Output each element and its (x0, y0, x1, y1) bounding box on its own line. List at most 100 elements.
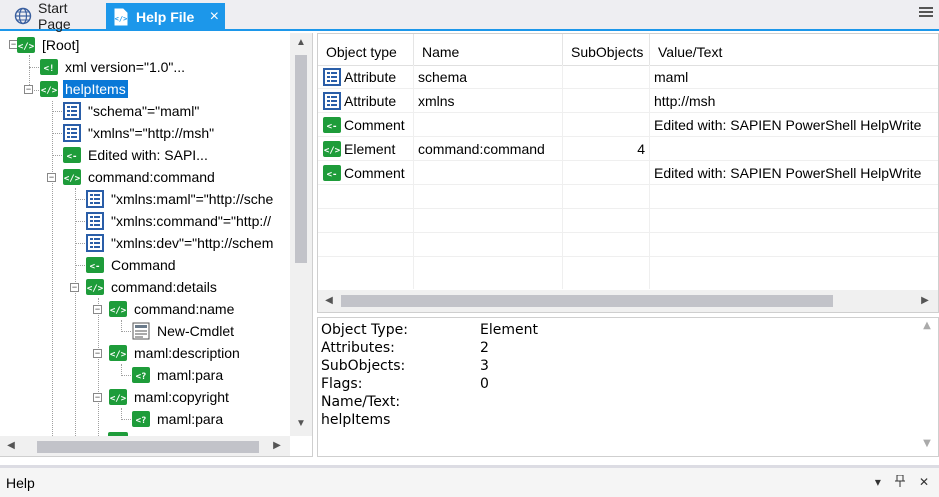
column-header-value[interactable]: Value/Text (650, 34, 938, 66)
table-row[interactable]: <- Comment Edited with: SAPIEN PowerShell… (318, 113, 938, 137)
scroll-left-icon[interactable]: ◀ (4, 440, 18, 451)
column-header-name[interactable]: Name (414, 34, 563, 66)
close-icon[interactable]: ✕ (919, 475, 929, 490)
tree-node[interactable]: </> command:name (108, 298, 236, 320)
collapse-toggle[interactable]: − (70, 283, 79, 292)
element-icon: </> (86, 279, 104, 295)
svg-text:</>: </> (18, 42, 35, 52)
attribute-icon (323, 91, 341, 110)
tree-node[interactable]: <? maml:para (131, 364, 225, 386)
tree-node[interactable]: </> helpItems (39, 78, 128, 100)
dropdown-icon[interactable]: ▾ (875, 475, 881, 490)
svg-text:</>: </> (41, 86, 58, 96)
cell-type-text: Comment (344, 117, 405, 133)
attribute-icon (86, 234, 104, 252)
table-row[interactable]: Attribute xmlns http://msh (318, 89, 938, 113)
tree-node[interactable]: New-Cmdlet (131, 320, 236, 342)
element-icon: </> (63, 169, 81, 185)
tree-node-label: maml:para (157, 367, 224, 383)
tree-node[interactable]: <? maml:para (131, 408, 225, 430)
tree-node-label: "xmlns:maml"="http://sche (111, 191, 274, 207)
tree-node[interactable]: </> command:command (62, 166, 217, 188)
svg-text:<-: <- (327, 122, 338, 132)
scroll-up-icon[interactable]: ▲ (294, 37, 308, 48)
element-icon: </> (40, 81, 58, 97)
element-icon: </> (109, 345, 127, 361)
svg-text:<?: <? (136, 416, 147, 426)
xml-tree-pane[interactable]: − − − − − − − </> [Root] <! xml version=… (0, 33, 313, 457)
close-icon[interactable]: × (210, 8, 219, 26)
scroll-right-icon[interactable]: ▶ (270, 440, 284, 451)
cell-subobjects (563, 65, 650, 89)
scroll-up-icon[interactable]: ▲ (920, 320, 934, 331)
tree-node[interactable]: "schema"="maml" (62, 100, 201, 122)
table-row-empty (318, 185, 938, 209)
tab-start-page[interactable]: Start Page (8, 0, 104, 32)
cell-name (414, 113, 563, 137)
element-icon: </> (109, 389, 127, 405)
table-row-empty (318, 233, 938, 257)
tree-node[interactable]: "xmlns"="http://msh" (62, 122, 216, 144)
collapse-toggle[interactable]: − (47, 173, 56, 182)
xml-file-icon: </> (112, 8, 130, 26)
scroll-right-icon[interactable]: ▶ (918, 295, 932, 306)
svg-text:<?: <? (136, 372, 147, 382)
cell-type: <- Comment (318, 113, 414, 137)
detail-label: Attributes: (321, 340, 395, 356)
tree-node[interactable]: </> command:details (85, 276, 219, 298)
cell-type: Attribute (318, 65, 414, 89)
collapse-toggle[interactable]: − (93, 305, 102, 314)
details-pane[interactable]: Object Type: Element Attributes: 2 SubOb… (317, 317, 939, 457)
scroll-thumb[interactable] (37, 441, 259, 453)
scroll-down-icon[interactable]: ▼ (920, 438, 934, 449)
scroll-thumb[interactable] (295, 55, 307, 263)
tab-menu-icon[interactable] (919, 7, 933, 21)
detail-name-text: helpItems (321, 412, 391, 428)
tab-help-file[interactable]: </> Help File × (106, 3, 225, 31)
column-header-subobjects[interactable]: SubObjects (563, 34, 650, 66)
tree-node[interactable]: </> maml:copyright (108, 386, 231, 408)
svg-text:</>: </> (324, 146, 341, 156)
tree-node-label: maml:copyright (134, 389, 229, 405)
attribute-icon (86, 190, 104, 208)
tree-node[interactable]: <! xml version="1.0"... (39, 56, 187, 78)
tree-node-label: helpItems (63, 80, 128, 98)
element-icon: </> (17, 37, 35, 53)
scroll-left-icon[interactable]: ◀ (322, 295, 336, 306)
tree-node[interactable]: </> maml:description (108, 342, 242, 364)
collapse-toggle[interactable]: − (93, 393, 102, 402)
cell-subobjects (563, 89, 650, 113)
column-header-object-type[interactable]: Object type (318, 34, 414, 66)
tree-node[interactable]: "xmlns:maml"="http://sche (85, 188, 275, 210)
help-panel-title: Help (6, 475, 35, 491)
table-row[interactable]: <- Comment Edited with: SAPIEN PowerShell… (318, 161, 938, 185)
pin-icon[interactable] (894, 474, 905, 490)
table-row[interactable]: </> Element command:command 4 (318, 137, 938, 161)
declaration-icon: <! (40, 59, 58, 75)
collapse-toggle[interactable]: − (93, 349, 102, 358)
scroll-down-icon[interactable]: ▼ (294, 418, 308, 429)
tree-vertical-scrollbar[interactable]: ▲ ▼ (290, 33, 312, 436)
tree-node[interactable]: "xmlns:dev"="http://schem (85, 232, 275, 254)
tree-node[interactable]: <- Edited with: SAPI... (62, 144, 210, 166)
cell-value: maml (654, 69, 689, 85)
tree-node[interactable]: <- Command (85, 254, 178, 276)
scroll-thumb[interactable] (341, 295, 833, 307)
objects-grid[interactable]: Object type Name SubObjects Value/Text A… (317, 33, 939, 313)
table-row[interactable]: Attribute schema maml (318, 65, 938, 89)
comment-icon: <- (86, 257, 104, 273)
tree-horizontal-scrollbar[interactable]: ◀ ▶ (0, 436, 290, 456)
tree-node-label: command:name (134, 301, 235, 317)
cell-type-text: Comment (344, 165, 405, 181)
collapse-toggle[interactable]: − (24, 85, 33, 94)
processing-instruction-icon: <? (132, 411, 150, 427)
tree-node[interactable]: "xmlns:command"="http:// (85, 210, 273, 232)
detail-label: Flags: (321, 376, 363, 392)
detail-label: Object Type: (321, 322, 408, 338)
detail-value: Element (480, 322, 538, 338)
grid-horizontal-scrollbar[interactable]: ◀ ▶ (318, 290, 938, 312)
tree-node-label: command:details (111, 279, 217, 295)
cell-name (414, 161, 563, 185)
tree-node[interactable]: </> [Root] (16, 34, 81, 56)
tab-label: Help File (136, 9, 195, 25)
